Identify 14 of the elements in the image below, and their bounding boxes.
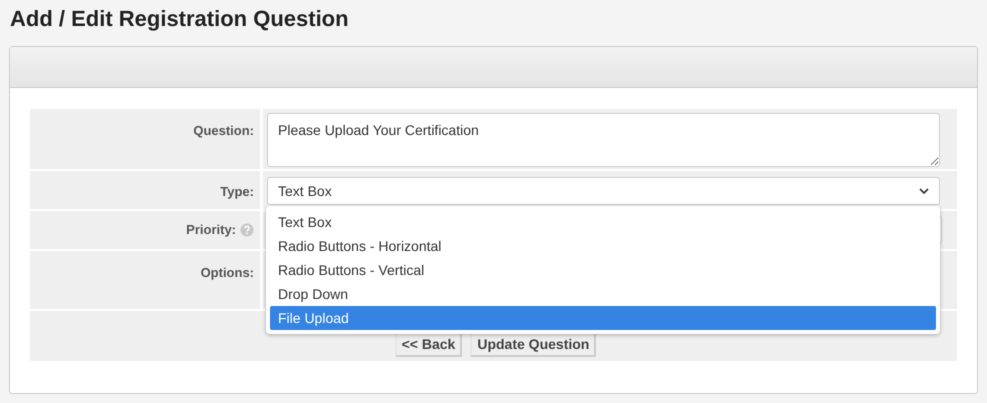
dropdown-option[interactable]: Radio Buttons - Horizontal — [270, 234, 936, 258]
dropdown-option[interactable]: Radio Buttons - Vertical — [270, 258, 936, 282]
dropdown-option[interactable]: Text Box — [270, 210, 936, 234]
question-label: Question: — [193, 122, 254, 140]
help-icon[interactable] — [240, 223, 254, 237]
dropdown-option[interactable]: Drop Down — [270, 282, 936, 306]
options-label: Options: — [200, 264, 254, 282]
type-label: Type: — [220, 183, 254, 201]
page-title: Add / Edit Registration Question — [10, 5, 350, 33]
dropdown-option[interactable]: File Upload — [270, 306, 936, 330]
chevron-down-icon — [919, 188, 929, 194]
question-field[interactable]: Please Upload Your Certification — [267, 113, 940, 167]
type-select[interactable]: Text Box — [267, 177, 940, 205]
priority-label: Priority: — [186, 221, 236, 240]
